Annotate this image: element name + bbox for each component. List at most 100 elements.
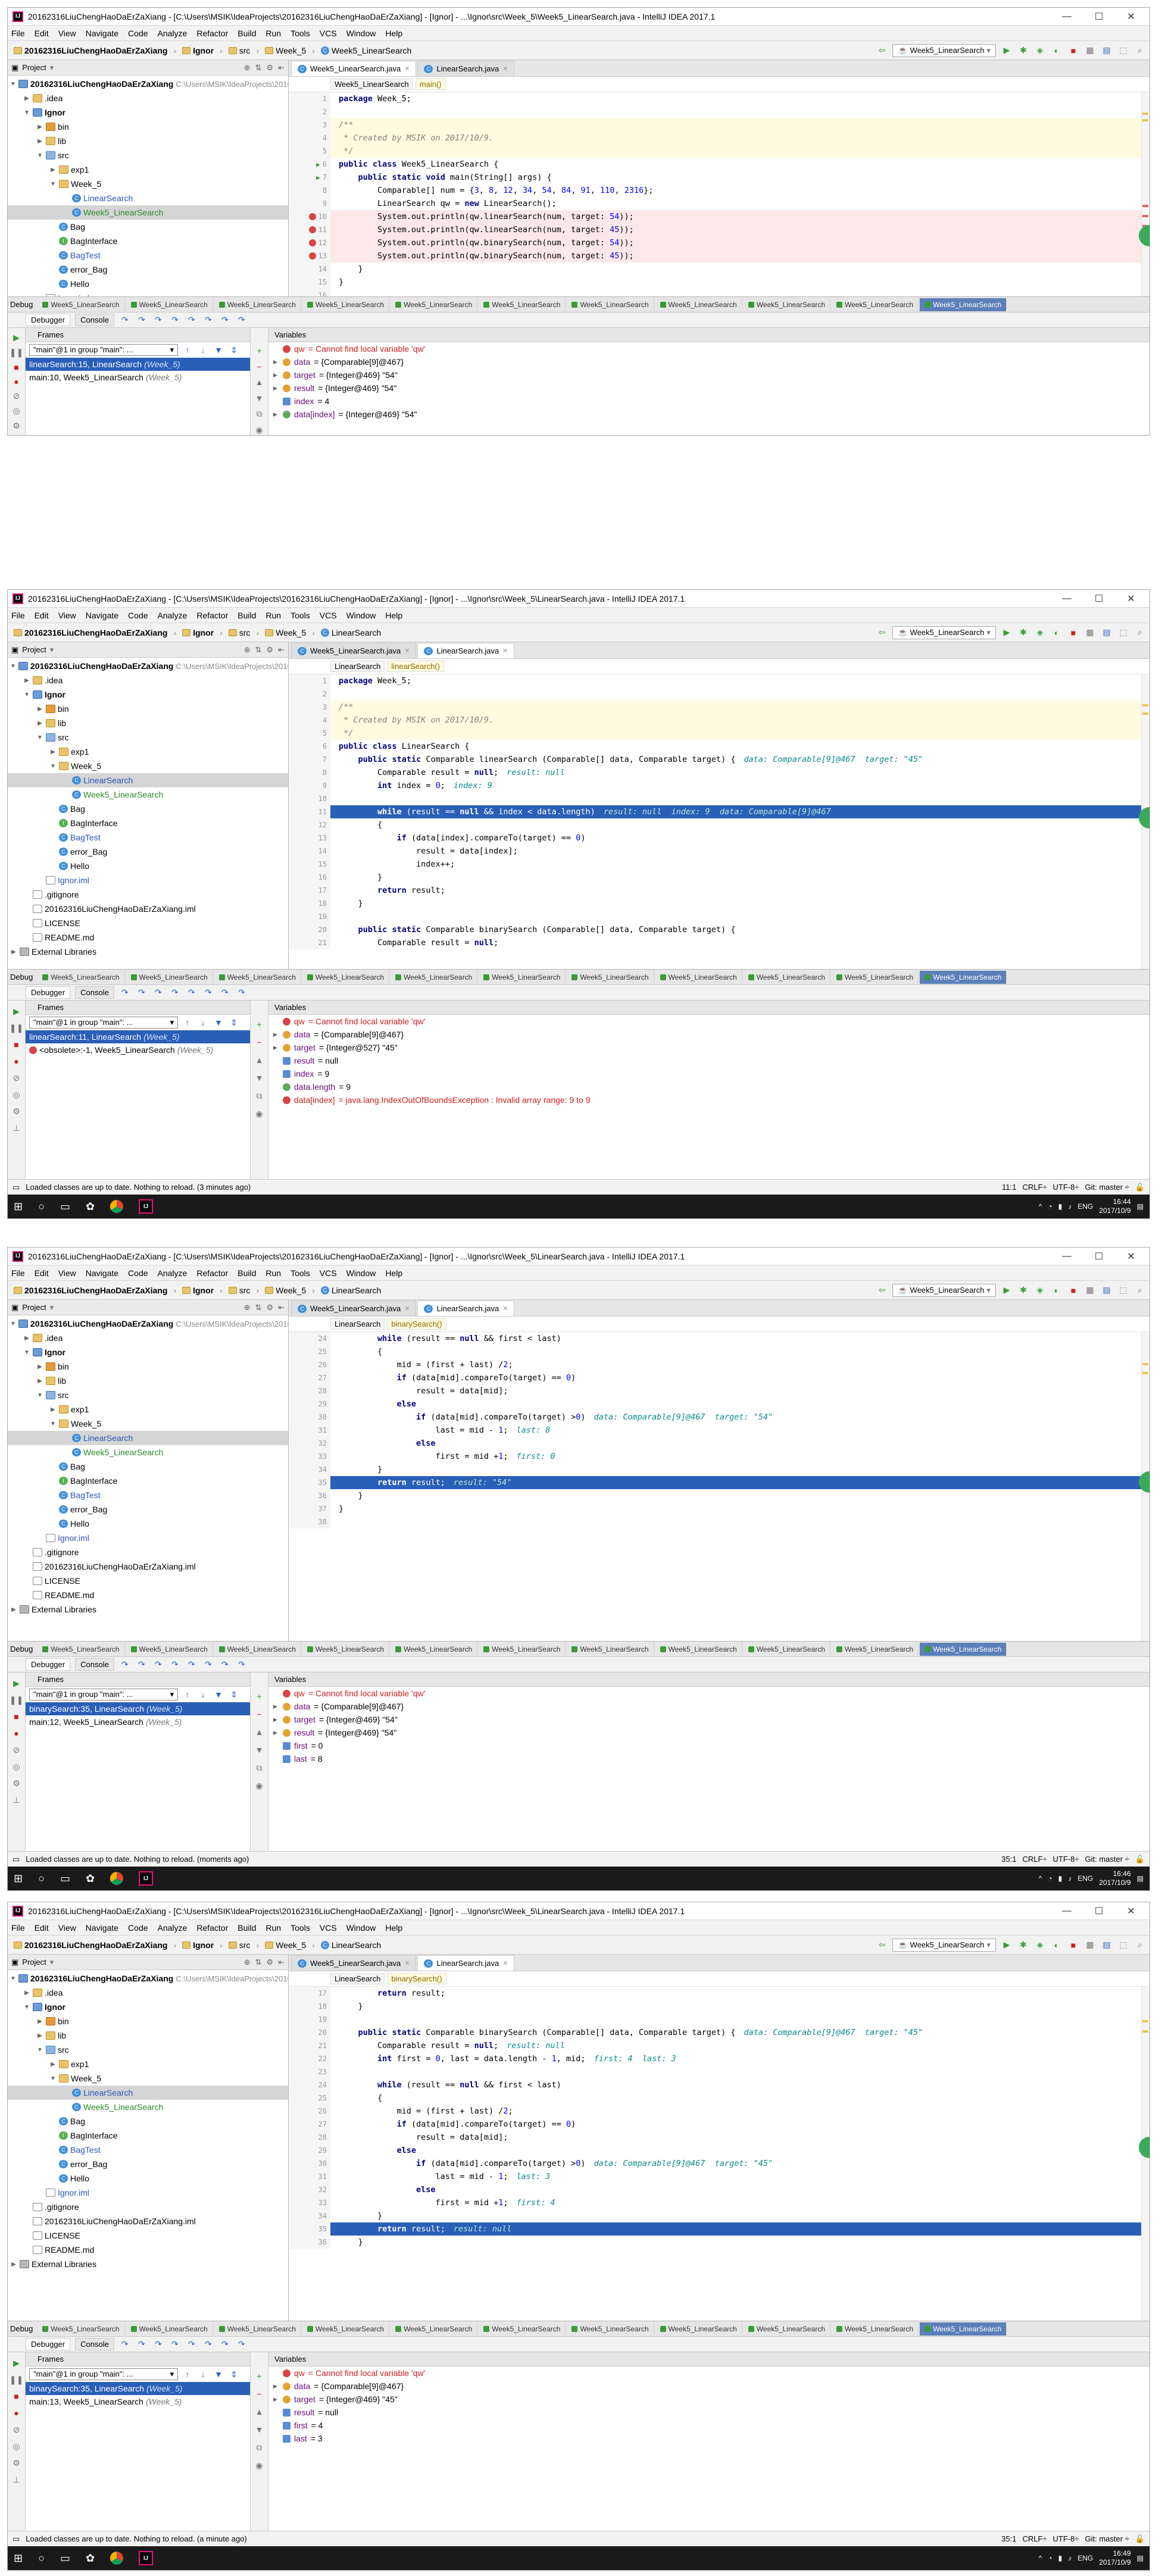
settings-icon[interactable]: ⚙ xyxy=(11,421,23,431)
gutter[interactable]: 5 xyxy=(289,145,330,158)
gutter[interactable]: 27 xyxy=(289,2118,330,2131)
gutter[interactable]: 18 xyxy=(289,897,330,910)
close-icon[interactable]: ✕ xyxy=(502,647,508,655)
warning-marker[interactable] xyxy=(1142,2020,1148,2023)
gutter[interactable]: 20 xyxy=(289,2026,330,2039)
tree-node[interactable]: C Bag xyxy=(8,220,288,234)
maximize-icon[interactable]: ☐ xyxy=(1085,593,1113,605)
close-icon[interactable]: ✕ xyxy=(404,65,410,73)
status-item[interactable]: CRLF÷ xyxy=(1022,1855,1047,1864)
debug-session-tab[interactable]: Week5_LinearSearch xyxy=(214,1642,301,1656)
run-configuration-select[interactable]: ☕ Week5_LinearSearch ▾ xyxy=(892,1938,996,1952)
variable-row[interactable]: index = 4 xyxy=(268,395,1149,408)
minimize-icon[interactable]: — xyxy=(1053,593,1080,604)
project-structure-icon[interactable]: ▤ xyxy=(1101,45,1113,57)
battery-icon[interactable]: ▮ xyxy=(1058,1202,1063,1211)
chevron-up-icon[interactable]: ^ xyxy=(1039,1202,1042,1211)
collapse-icon[interactable]: ⇅ xyxy=(255,645,262,655)
expanded-arrow-icon[interactable]: ▼ xyxy=(23,110,30,116)
run-to-cursor-icon[interactable]: ↷ xyxy=(202,1659,214,1671)
clock[interactable]: 16:46 2017/10/9 xyxy=(1099,1870,1130,1887)
debug-session-tab[interactable]: Week5_LinearSearch xyxy=(302,298,390,311)
pin-icon[interactable]: ⊥ xyxy=(11,2474,23,2486)
tree-node[interactable]: ▼ Ignor xyxy=(8,2000,288,2014)
variable-row[interactable]: ▶ target = {Integer@469} "54" xyxy=(268,368,1149,382)
pause-icon[interactable]: ❚❚ xyxy=(10,2374,23,2386)
clock[interactable]: 16:44 2017/10/9 xyxy=(1099,1198,1130,1215)
run-icon[interactable]: ▶ xyxy=(1001,627,1013,639)
menu-help[interactable]: Help xyxy=(385,611,402,620)
tree-node[interactable]: C Bag xyxy=(8,802,288,816)
menu-view[interactable]: View xyxy=(58,611,76,620)
variable-row[interactable]: index = 9 xyxy=(268,1067,1149,1080)
project-structure-icon[interactable]: ▤ xyxy=(1101,1939,1113,1951)
tree-node[interactable]: I BagInterface xyxy=(8,816,288,830)
network-icon[interactable]: ◔ xyxy=(1048,1874,1052,1883)
gutter[interactable]: 1 xyxy=(289,674,330,687)
status-item[interactable]: 35:1 xyxy=(1001,2534,1016,2544)
close-icon[interactable]: ✕ xyxy=(404,647,410,655)
tree-node[interactable]: ▼ Week_5 xyxy=(8,759,288,773)
gutter[interactable]: 12 xyxy=(289,236,330,249)
up-icon[interactable]: ▲ xyxy=(254,1054,265,1066)
collapse-icon[interactable]: ⇅ xyxy=(255,1303,262,1312)
search-icon[interactable]: ⌕ xyxy=(1134,1284,1146,1296)
gutter[interactable]: 31 xyxy=(289,1424,330,1437)
expand-icon[interactable]: ⇕ xyxy=(228,344,240,356)
tree-node[interactable]: C BagTest xyxy=(8,2143,288,2157)
gutter[interactable]: 28 xyxy=(289,2131,330,2144)
menu-help[interactable]: Help xyxy=(385,1923,402,1933)
tree-node[interactable]: LICENSE xyxy=(8,1574,288,1588)
collapse-icon[interactable]: ⇅ xyxy=(255,1958,262,1967)
collapsed-arrow-icon[interactable]: ▶ xyxy=(36,1364,43,1370)
menu-build[interactable]: Build xyxy=(238,29,256,38)
tree-node[interactable]: ▶ lib xyxy=(8,134,288,148)
breakpoint-icon[interactable] xyxy=(308,213,316,220)
mute-breakpoints-icon[interactable]: ⊘ xyxy=(11,1744,23,1756)
copy-icon[interactable]: ⧉ xyxy=(254,409,265,419)
expanded-arrow-icon[interactable]: ▼ xyxy=(36,2047,43,2053)
chevron-down-icon[interactable]: ▾ xyxy=(50,63,54,73)
breakpoint-icon[interactable] xyxy=(308,226,316,233)
collapsed-arrow-icon[interactable]: ▶ xyxy=(273,1717,279,1723)
step-into-icon[interactable]: ↷ xyxy=(136,314,148,326)
collapsed-arrow-icon[interactable]: ▶ xyxy=(36,2033,43,2039)
gutter[interactable]: 2 xyxy=(289,105,330,118)
run-configuration-select[interactable]: ☕ Week5_LinearSearch ▾ xyxy=(892,1283,996,1297)
breadcrumb-item[interactable]: 20162316LiuChengHaoDaErZaXiang xyxy=(11,627,170,639)
gutter[interactable]: 12 xyxy=(289,818,330,831)
step-over-icon[interactable]: ↷ xyxy=(119,2339,131,2350)
pause-icon[interactable]: ❚❚ xyxy=(10,348,23,358)
menu-vcs[interactable]: VCS xyxy=(320,1268,337,1278)
debug-session-tab[interactable]: Week5_LinearSearch xyxy=(832,1642,919,1656)
project-panel-title[interactable]: Project xyxy=(22,1958,46,1967)
collapsed-arrow-icon[interactable]: ▶ xyxy=(273,2383,279,2390)
down-icon[interactable]: ▼ xyxy=(254,393,265,404)
structure-icon[interactable]: ▦ xyxy=(1084,45,1096,57)
app-icon[interactable]: ✿ xyxy=(86,1201,95,1213)
stop-icon[interactable]: ■ xyxy=(1067,45,1079,57)
up-arrow-icon[interactable]: ↑ xyxy=(182,2368,193,2380)
cortana-icon[interactable]: ○ xyxy=(38,1872,45,1885)
expanded-arrow-icon[interactable]: ▼ xyxy=(49,1421,57,1427)
tab-console[interactable]: Console xyxy=(75,986,114,999)
tree-node[interactable]: ▼ Ignor xyxy=(8,687,288,702)
gutter[interactable]: 18 xyxy=(289,2000,330,2013)
tree-node[interactable]: ▶ .idea xyxy=(8,673,288,687)
collapsed-arrow-icon[interactable]: ▶ xyxy=(49,1406,57,1413)
debug-session-tab[interactable]: Week5_LinearSearch xyxy=(567,970,654,984)
menu-edit[interactable]: Edit xyxy=(35,611,49,620)
gutter[interactable]: 27 xyxy=(289,1371,330,1384)
close-icon[interactable]: ✕ xyxy=(502,65,508,73)
step-over-icon[interactable]: ↷ xyxy=(119,314,131,326)
debug-session-tab[interactable]: Week5_LinearSearch xyxy=(302,2322,390,2336)
tree-node[interactable]: C BagTest xyxy=(8,248,288,262)
breadcrumb-item[interactable]: src xyxy=(226,1939,253,1951)
tree-node[interactable]: ▼ 20162316LiuChengHaoDaErZaXiang C:\Users\… xyxy=(8,77,288,91)
tree-node[interactable]: ▶ .idea xyxy=(8,91,288,105)
menu-navigate[interactable]: Navigate xyxy=(86,1268,118,1278)
step-out-icon[interactable]: ↷ xyxy=(169,1659,181,1671)
network-icon[interactable]: ◔ xyxy=(1048,1202,1052,1211)
structure-icon[interactable]: ▦ xyxy=(1084,1284,1096,1296)
tab-console[interactable]: Console xyxy=(75,314,114,326)
